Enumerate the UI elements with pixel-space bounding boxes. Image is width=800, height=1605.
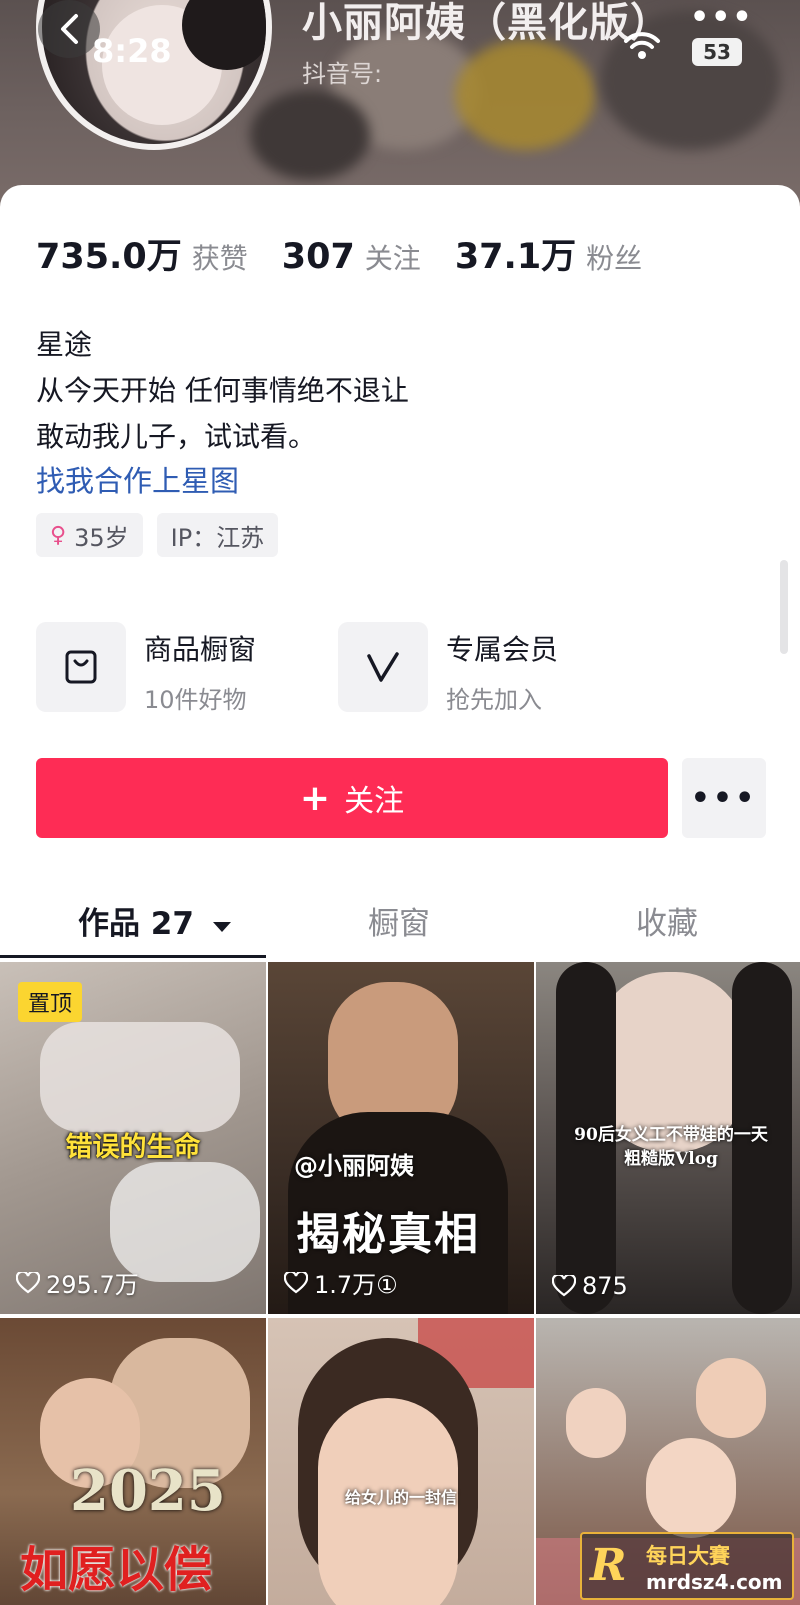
watermark-logo: R [590,1540,627,1591]
shop-window-entry[interactable]: 商品橱窗 10件好物 [36,622,256,715]
battery-indicator: 53 [692,38,742,66]
video-thumbnail[interactable]: @小丽阿姨 揭秘真相 1.7万① [268,962,534,1314]
video-caption-sub: 如愿以偿 [20,1542,213,1598]
chevron-left-icon [61,14,78,44]
female-icon: ♀ [50,522,67,548]
video-thumbnail[interactable]: 90后女义工不带娃的一天 粗糙版Vlog 875 [536,962,800,1314]
pinned-badge: 置顶 [18,982,83,1022]
bio-line: 星途 [36,328,93,361]
status-time: 8:28 [92,32,172,70]
wifi-icon [622,30,662,64]
member-subtitle: 抢先加入 [446,686,542,714]
scrollbar[interactable] [780,560,788,654]
profile-tags: ♀ 35岁 IP：江苏 [36,513,292,557]
video-caption: 给女儿的一封信 [344,1488,457,1507]
follow-button[interactable]: + 关注 [36,758,668,838]
heart-icon [552,1275,576,1297]
douyin-id-label: 抖音号: [302,60,383,88]
ip-tag: IP：江苏 [156,513,279,557]
more-options-button[interactable]: ••• [682,758,766,838]
video-handle: @小丽阿姨 [294,1152,414,1180]
like-count: 1.7万① [284,1265,398,1300]
content-tabs: 作品 27 橱窗 收藏 [0,880,800,956]
video-caption-sub: 粗糙版Vlog [624,1149,718,1169]
bio-line: 从今天开始 任何事情绝不退让 [36,374,409,407]
tab-shop[interactable]: 橱窗 [368,898,430,943]
heart-icon [16,1271,40,1293]
like-count: 295.7万 [16,1265,139,1300]
stat-followers[interactable]: 37.1万 粉丝 [455,228,642,279]
tab-works[interactable]: 作品 27 [78,898,233,943]
site-watermark: R 每日大賽 mrdsz4.com [580,1532,794,1600]
plus-icon: + [299,777,331,819]
video-caption: 90后女义工不带娃的一天 [574,1125,768,1145]
video-thumbnail[interactable]: 给女儿的一封信 [268,1318,534,1605]
age-tag: ♀ 35岁 [36,513,143,557]
like-count: 875 [552,1272,628,1300]
vip-v-icon [338,622,428,712]
video-thumbnail[interactable]: 置顶 错误的生命 295.7万 [0,962,266,1314]
member-title: 专属会员 [446,633,559,666]
profile-stats: 735.0万 获赞 307 关注 37.1万 粉丝 [36,228,676,279]
bio-line: 敢动我儿子，试试看。 [36,420,317,453]
profile-bio: 星途 从今天开始 任何事情绝不退让 敢动我儿子，试试看。 [36,322,409,460]
stat-following[interactable]: 307 关注 [282,237,421,277]
shop-title: 商品橱窗 [144,633,257,666]
shop-subtitle: 10件好物 [144,686,247,714]
active-tab-indicator [0,955,266,958]
caret-down-icon [212,922,231,932]
shopping-bag-icon [36,622,126,712]
video-caption: 错误的生命 [65,1132,201,1163]
tab-favorites[interactable]: 收藏 [636,898,698,943]
video-thumbnail[interactable]: 2025 如愿以偿 [0,1318,266,1605]
profile-name: 小丽阿姨（黑化版） [302,0,671,46]
stat-likes[interactable]: 735.0万 获赞 [36,228,248,279]
membership-entry[interactable]: 专属会员 抢先加入 [338,622,558,715]
star-map-link[interactable]: 找我合作上星图 [36,458,239,500]
video-caption: 2025 [70,1458,226,1524]
back-button[interactable] [38,0,100,58]
video-caption: 揭秘真相 [296,1209,480,1260]
heart-icon [284,1271,308,1293]
more-menu-icon[interactable]: ••• [690,0,754,35]
